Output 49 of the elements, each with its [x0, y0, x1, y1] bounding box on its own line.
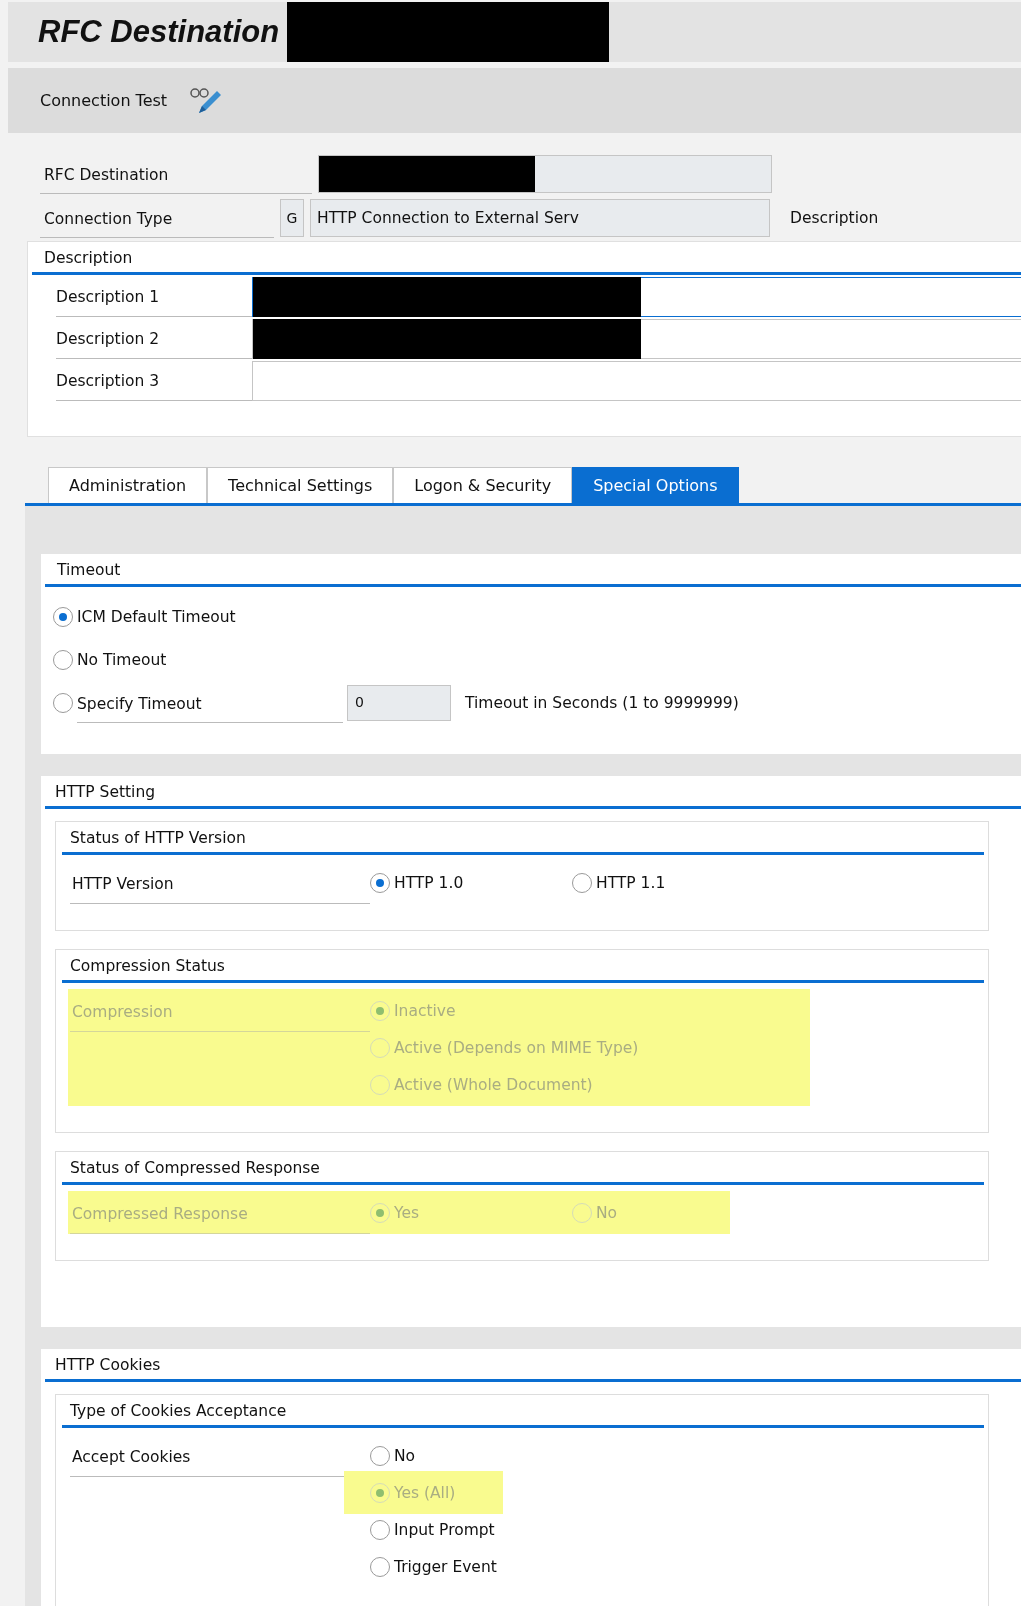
option-label: Active (Depends on MIME Type): [394, 1038, 639, 1057]
tab[interactable]: Administration: [48, 467, 208, 503]
field-hint: Timeout in Seconds (1 to 9999999): [465, 693, 739, 712]
input-field[interactable]: [252, 319, 1021, 359]
field-label: Compressed Response: [70, 1197, 370, 1234]
input-field[interactable]: [318, 155, 772, 193]
radio-button[interactable]: [370, 1445, 390, 1466]
radio-button[interactable]: [370, 1519, 390, 1540]
option-label: Inactive: [394, 1001, 456, 1020]
option-label: Yes: [394, 1203, 420, 1222]
window-title: RFC Destination: [38, 14, 280, 50]
option-label: ICM Default Timeout: [77, 607, 236, 626]
section-title: HTTP Setting: [45, 776, 1021, 809]
section-title: HTTP Cookies: [45, 1349, 1021, 1382]
option-label: Yes (All): [394, 1483, 456, 1502]
input-field[interactable]: HTTP Connection to External Serv: [310, 199, 770, 237]
section-title: Timeout: [45, 554, 1021, 587]
group-title: Status of HTTP Version: [62, 822, 984, 855]
radio-button[interactable]: [370, 1556, 390, 1577]
option-label: No: [596, 1203, 618, 1222]
code-field[interactable]: G: [280, 199, 304, 237]
option-label: No: [394, 1446, 416, 1465]
field-label: Compression: [70, 995, 370, 1032]
option-label: Specify Timeout: [77, 682, 343, 723]
tab[interactable]: Special Options: [572, 467, 739, 503]
input-field[interactable]: [252, 277, 1021, 317]
field-label: Connection Type: [40, 198, 274, 238]
field-label: HTTP Version: [70, 867, 370, 904]
radio-button[interactable]: [53, 649, 73, 670]
option-label: Input Prompt: [394, 1520, 495, 1539]
radio-button[interactable]: [370, 872, 390, 893]
option-label: Active (Whole Document): [394, 1075, 593, 1094]
timeout-field[interactable]: 0: [347, 684, 451, 721]
group-title: Type of Cookies Acceptance: [62, 1395, 984, 1428]
radio-button[interactable]: [572, 872, 592, 893]
group-title: Status of Compressed Response: [62, 1152, 984, 1185]
option-label: HTTP 1.1: [596, 873, 666, 892]
field-note: Description: [790, 209, 879, 227]
input-field[interactable]: [252, 361, 1021, 401]
tab[interactable]: Technical Settings: [207, 467, 394, 503]
field-label: RFC Destination: [40, 154, 312, 194]
tab[interactable]: Logon & Security: [393, 467, 573, 503]
option-label: No Timeout: [77, 650, 167, 669]
option-label: Trigger Event: [394, 1557, 497, 1576]
connection-test-button[interactable]: Connection Test: [40, 87, 168, 114]
group-title: Compression Status: [62, 950, 984, 983]
radio-button[interactable]: [53, 692, 73, 713]
option-label: HTTP 1.0: [394, 873, 464, 892]
radio-button[interactable]: [53, 606, 73, 627]
